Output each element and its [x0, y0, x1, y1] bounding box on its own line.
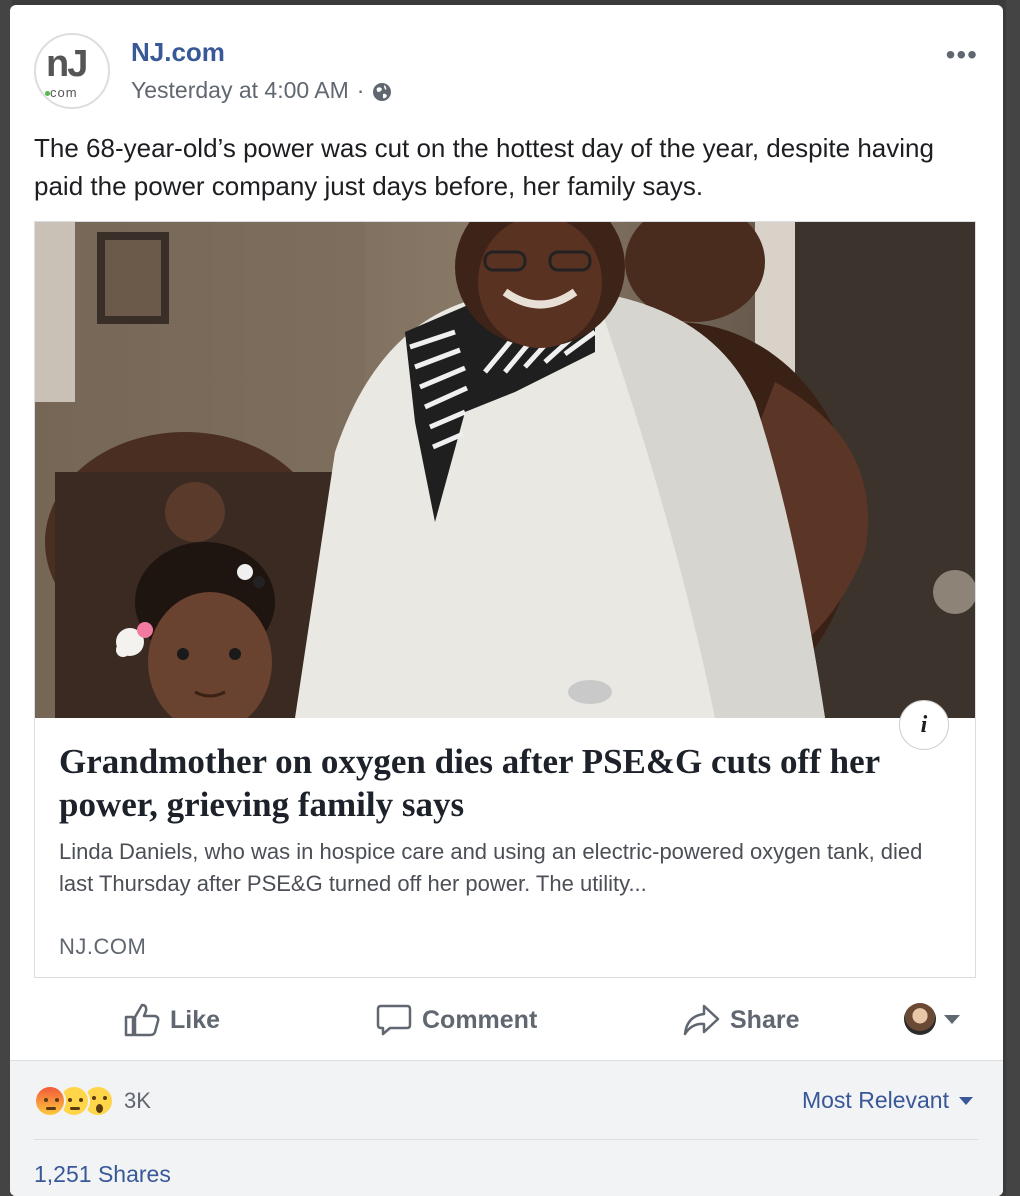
comment-label: Comment — [422, 1005, 538, 1034]
footer-divider — [34, 1139, 978, 1140]
chevron-down-icon — [944, 1014, 960, 1024]
chevron-down-icon — [959, 1096, 973, 1105]
article-domain: NJ.COM — [59, 934, 147, 959]
article-photo[interactable] — [35, 222, 975, 718]
page-name-link[interactable]: NJ.com — [131, 37, 225, 68]
like-label: Like — [170, 1005, 221, 1034]
share-arrow-icon — [682, 1003, 720, 1037]
more-options-icon[interactable]: ••• — [946, 39, 978, 71]
page-avatar[interactable]: nJ com — [34, 33, 110, 109]
globe-icon — [372, 81, 392, 101]
post-card: nJ com NJ.com Yesterday at 4:00 AM · •••… — [10, 5, 1003, 1196]
comment-sort-label: Most Relevant — [801, 1087, 949, 1113]
comment-bubble-icon — [376, 1003, 412, 1037]
comment-sort-dropdown[interactable]: Most Relevant — [802, 1087, 973, 1114]
action-bar: Like Comment Share — [34, 995, 976, 1045]
like-button[interactable]: Like — [124, 995, 220, 1045]
share-label: Share — [730, 1005, 800, 1034]
post-text: The 68-year-old’s power was cut on the h… — [34, 133, 934, 201]
article-summary: Linda Daniels, who was in hospice care a… — [59, 839, 923, 896]
post-meta: Yesterday at 4:00 AM · — [131, 77, 392, 104]
link-text-area[interactable]: Grandmother on oxygen dies after PSE&G c… — [59, 740, 949, 900]
post-timestamp[interactable]: Yesterday at 4:00 AM — [131, 77, 349, 104]
avatar-logo-subtext: com — [50, 85, 78, 100]
reaction-count[interactable]: 3K — [124, 1088, 151, 1114]
angry-icon — [34, 1085, 66, 1117]
comment-button[interactable]: Comment — [376, 995, 537, 1045]
post-as-selector[interactable] — [904, 1003, 960, 1035]
share-button[interactable]: Share — [682, 995, 799, 1045]
reactions-footer: 3K Most Relevant 1,251 Shares — [10, 1060, 1003, 1196]
avatar-logo-text: nJ — [46, 43, 88, 85]
share-count-link[interactable]: 1,251 Shares — [34, 1161, 171, 1188]
viewer-avatar — [904, 1003, 936, 1035]
thumbs-up-icon — [124, 1003, 160, 1037]
link-preview-card[interactable]: i Grandmother on oxygen dies after PSE&G… — [34, 221, 976, 978]
post-header: nJ com NJ.com Yesterday at 4:00 AM · ••• — [34, 33, 984, 113]
meta-separator: · — [356, 77, 365, 103]
background-right — [1006, 0, 1020, 1196]
reaction-summary[interactable]: 3K — [34, 1085, 151, 1117]
article-headline[interactable]: Grandmother on oxygen dies after PSE&G c… — [59, 740, 949, 826]
